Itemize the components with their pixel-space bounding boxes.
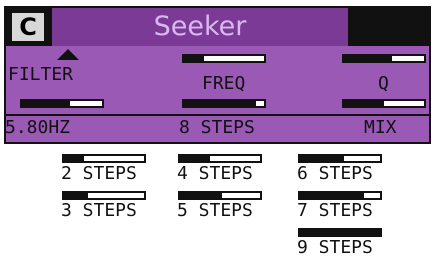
channel-badge: C bbox=[12, 13, 44, 41]
panel-header: C Seeker bbox=[6, 8, 429, 46]
mix-slider-fill bbox=[344, 101, 384, 106]
step-option-fill bbox=[180, 193, 222, 198]
step-option-label: 9 STEPS bbox=[297, 237, 373, 258]
step-option-bar bbox=[298, 191, 382, 200]
freq-slider[interactable] bbox=[182, 54, 266, 63]
step-option-label: 4 STEPS bbox=[177, 163, 253, 184]
step-option-label: 2 STEPS bbox=[61, 163, 137, 184]
filter-label[interactable]: FILTER bbox=[8, 65, 73, 85]
q-slider[interactable] bbox=[342, 54, 426, 63]
rate-value: 5.80HZ bbox=[5, 117, 71, 138]
step-option-bar bbox=[62, 191, 146, 200]
step-option-fill bbox=[64, 193, 88, 198]
steps-slider-fill bbox=[184, 101, 256, 106]
rate-slider-fill bbox=[22, 101, 70, 106]
step-option-bar bbox=[62, 154, 146, 163]
step-option-label: 5 STEPS bbox=[177, 200, 253, 221]
effect-title[interactable]: Seeker bbox=[52, 9, 348, 45]
step-option-fill bbox=[300, 156, 344, 161]
step-option-fill bbox=[180, 156, 211, 161]
step-option-fill bbox=[300, 193, 364, 198]
step-option-fill bbox=[300, 230, 380, 235]
step-option-bar bbox=[298, 228, 382, 237]
steps-value: 8 STEPS bbox=[179, 117, 255, 138]
q-label: Q bbox=[378, 73, 389, 94]
mix-label: MIX bbox=[364, 117, 397, 138]
step-option-label: 6 STEPS bbox=[297, 163, 373, 184]
step-option-label: 7 STEPS bbox=[297, 200, 373, 221]
selection-arrow-icon bbox=[57, 49, 79, 60]
steps-slider[interactable] bbox=[182, 99, 266, 108]
step-option-fill bbox=[64, 156, 84, 161]
freq-label: FREQ bbox=[202, 73, 246, 94]
seeker-panel: C Seeker FILTER FREQ Q 5.80HZ 8 STEPS MI… bbox=[4, 6, 431, 144]
freq-slider-fill bbox=[184, 56, 204, 61]
step-option-bar bbox=[298, 154, 382, 163]
step-option-bar bbox=[178, 154, 262, 163]
q-slider-fill bbox=[344, 56, 392, 61]
step-option-label: 3 STEPS bbox=[61, 200, 137, 221]
mix-slider[interactable] bbox=[342, 99, 426, 108]
rate-slider[interactable] bbox=[20, 99, 104, 108]
step-option-bar bbox=[178, 191, 262, 200]
